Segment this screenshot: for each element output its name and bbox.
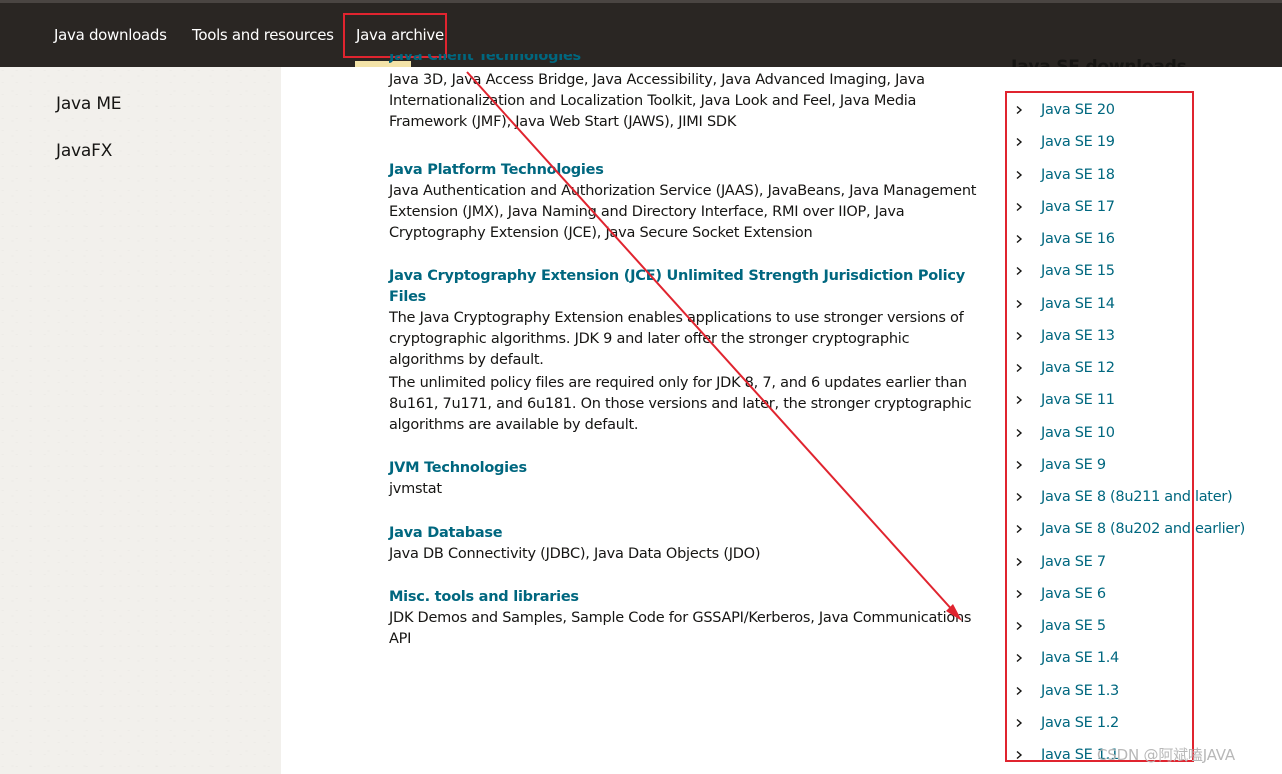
chevron-right-icon [1014,105,1024,115]
nav-java-downloads[interactable]: Java downloads [54,26,167,44]
java-se-item-label: Java SE 14 [1041,295,1115,312]
chevron-right-icon [1014,202,1024,212]
java-se-item-label: Java SE 9 [1041,456,1106,473]
section-jvm-technologies: JVM Technologies jvmstat [389,458,979,500]
java-se-item-label: Java SE 5 [1041,618,1106,634]
chevron-right-icon [1014,718,1024,728]
section-title-jce-policy-files[interactable]: Java Cryptography Extension (JCE) Unlimi… [389,266,979,308]
java-se-item[interactable]: Java SE 5 [1014,615,1106,637]
chevron-right-icon [1014,170,1024,180]
java-se-item[interactable]: Java SE 19 [1014,131,1115,153]
java-se-item[interactable]: Java SE 12 [1014,357,1115,379]
java-se-item-label: Java SE 6 [1041,585,1106,602]
section-body-client-technologies: Java 3D, Java Access Bridge, Java Access… [389,72,925,130]
section-title-platform-technologies[interactable]: Java Platform Technologies [389,160,979,181]
section-title-misc-tools[interactable]: Misc. tools and libraries [389,587,979,608]
section-jce-note: The unlimited policy files are required … [389,373,979,436]
java-se-item[interactable]: Java SE 8 (8u211 and later) [1014,486,1233,508]
chevron-right-icon [1014,589,1024,599]
java-se-item-label: Java SE 19 [1041,134,1115,151]
java-se-item-label: Java SE 1.4 [1041,650,1119,667]
chevron-right-icon [1014,557,1024,567]
section-java-database: Java Database Java DB Connectivity (JDBC… [389,523,979,565]
java-se-item[interactable]: Java SE 1.4 [1014,647,1119,669]
section-client-technologies: Java Client Technologies Java 3D, Java A… [389,54,979,133]
java-se-item[interactable]: Java SE 1.2 [1014,712,1119,734]
chevron-right-icon [1014,686,1024,696]
java-se-item[interactable]: Java SE 8 (8u202 and earlier) [1014,518,1245,540]
section-misc-tools: Misc. tools and libraries JDK Demos and … [389,587,979,650]
section-jce-policy-files: Java Cryptography Extension (JCE) Unlimi… [389,266,979,371]
java-se-item-label: Java SE 17 [1041,198,1115,215]
java-se-item-label: Java SE 1.2 [1041,714,1119,731]
chevron-right-icon [1014,524,1024,534]
nav-tools-and-resources[interactable]: Tools and resources [192,26,334,44]
watermark: CSDN @阿斌嗑JAVA [1097,746,1235,764]
sidebar-item-javafx[interactable]: JavaFX [56,141,112,161]
section-title-jvm-technologies[interactable]: JVM Technologies [389,458,979,479]
section-body-java-database: Java DB Connectivity (JDBC), Java Data O… [389,546,761,562]
java-se-downloads-title: Java SE downloads [1011,57,1187,67]
java-se-item-label: Java SE 10 [1041,424,1115,441]
java-se-item[interactable]: Java SE 10 [1014,422,1115,444]
java-se-item[interactable]: Java SE 9 [1014,454,1106,476]
chevron-right-icon [1014,621,1024,631]
java-se-item-label: Java SE 13 [1041,327,1115,344]
nav-java-archive[interactable]: Java archive [356,26,444,44]
section-body-jce-note: The unlimited policy files are required … [389,375,972,433]
java-se-item[interactable]: Java SE 13 [1014,325,1115,347]
java-se-item[interactable]: Java SE 14 [1014,293,1115,315]
section-body-platform-technologies: Java Authentication and Authorization Se… [389,183,977,241]
chevron-right-icon [1014,331,1024,341]
java-se-item-label: Java SE 1.3 [1041,682,1119,699]
java-se-item-label: Java SE 18 [1041,166,1115,183]
left-sidebar: Java ME JavaFX [0,67,281,774]
chevron-right-icon [1014,428,1024,438]
chevron-right-icon [1014,395,1024,405]
section-title-java-database[interactable]: Java Database [389,523,979,544]
java-se-item[interactable]: Java SE 16 [1014,228,1115,250]
java-se-item[interactable]: Java SE 6 [1014,583,1106,605]
chevron-right-icon [1014,137,1024,147]
section-platform-technologies: Java Platform Technologies Java Authenti… [389,160,979,244]
section-title-client-technologies[interactable]: Java Client Technologies [389,54,979,68]
java-se-item[interactable]: Java SE 18 [1014,164,1115,186]
java-se-item-label: Java SE 15 [1041,263,1115,280]
java-se-item-label: Java SE 7 [1041,553,1106,570]
section-body-jvm-technologies: jvmstat [389,481,442,497]
java-se-item-label: Java SE 8 (8u202 and earlier) [1041,521,1245,538]
java-se-item-label: Java SE 11 [1041,392,1115,409]
section-body-misc-tools: JDK Demos and Samples, Sample Code for G… [389,610,972,647]
java-se-item-label: Java SE 12 [1041,360,1115,376]
java-se-item-label: Java SE 20 [1041,102,1115,118]
chevron-right-icon [1014,299,1024,309]
chevron-right-icon [1014,363,1024,373]
chevron-right-icon [1014,460,1024,470]
java-se-item[interactable]: Java SE 11 [1014,389,1115,411]
section-body-jce-policy-files: The Java Cryptography Extension enables … [389,310,964,368]
chevron-right-icon [1014,750,1024,760]
java-se-item[interactable]: Java SE 1.3 [1014,680,1119,702]
chevron-right-icon [1014,492,1024,502]
chevron-right-icon [1014,266,1024,276]
sidebar-item-java-me[interactable]: Java ME [56,94,122,114]
java-se-item[interactable]: Java SE 20 [1014,99,1115,121]
java-se-item-label: Java SE 8 (8u211 and later) [1041,489,1233,505]
java-se-item[interactable]: Java SE 17 [1014,196,1115,218]
java-se-item[interactable]: Java SE 15 [1014,260,1115,282]
java-se-item-label: Java SE 16 [1041,231,1115,247]
java-se-item[interactable]: Java SE 7 [1014,551,1106,573]
chevron-right-icon [1014,653,1024,663]
chevron-right-icon [1014,234,1024,244]
